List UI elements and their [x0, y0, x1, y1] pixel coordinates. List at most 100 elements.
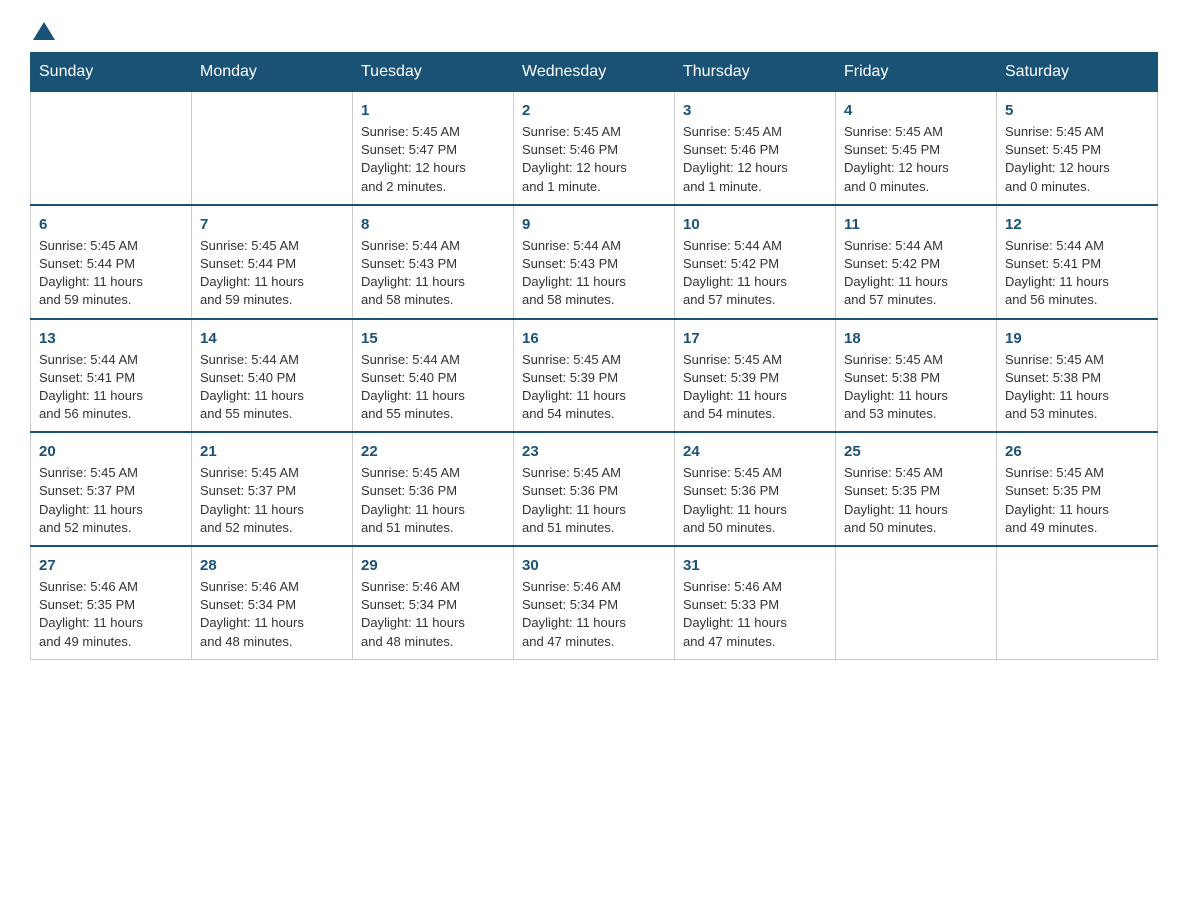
day-number: 15: [361, 328, 505, 349]
calendar-day-cell: 19Sunrise: 5:45 AM Sunset: 5:38 PM Dayli…: [997, 319, 1158, 433]
calendar-week-row: 13Sunrise: 5:44 AM Sunset: 5:41 PM Dayli…: [31, 319, 1158, 433]
calendar-day-cell: [836, 546, 997, 659]
calendar-day-cell: [192, 92, 353, 205]
calendar-day-cell: 17Sunrise: 5:45 AM Sunset: 5:39 PM Dayli…: [675, 319, 836, 433]
day-number: 10: [683, 214, 827, 235]
day-info: Sunrise: 5:44 AM Sunset: 5:41 PM Dayligh…: [1005, 237, 1149, 310]
day-number: 18: [844, 328, 988, 349]
day-info: Sunrise: 5:44 AM Sunset: 5:42 PM Dayligh…: [683, 237, 827, 310]
day-info: Sunrise: 5:45 AM Sunset: 5:35 PM Dayligh…: [844, 464, 988, 537]
calendar-day-cell: 20Sunrise: 5:45 AM Sunset: 5:37 PM Dayli…: [31, 432, 192, 546]
day-info: Sunrise: 5:45 AM Sunset: 5:45 PM Dayligh…: [1005, 123, 1149, 196]
day-number: 4: [844, 100, 988, 121]
day-info: Sunrise: 5:45 AM Sunset: 5:38 PM Dayligh…: [1005, 351, 1149, 424]
calendar-day-cell: 6Sunrise: 5:45 AM Sunset: 5:44 PM Daylig…: [31, 205, 192, 319]
calendar-day-cell: 13Sunrise: 5:44 AM Sunset: 5:41 PM Dayli…: [31, 319, 192, 433]
day-number: 17: [683, 328, 827, 349]
day-info: Sunrise: 5:44 AM Sunset: 5:43 PM Dayligh…: [361, 237, 505, 310]
day-number: 16: [522, 328, 666, 349]
calendar-day-cell: 9Sunrise: 5:44 AM Sunset: 5:43 PM Daylig…: [514, 205, 675, 319]
calendar-week-row: 27Sunrise: 5:46 AM Sunset: 5:35 PM Dayli…: [31, 546, 1158, 659]
calendar-day-cell: 24Sunrise: 5:45 AM Sunset: 5:36 PM Dayli…: [675, 432, 836, 546]
day-number: 8: [361, 214, 505, 235]
day-number: 2: [522, 100, 666, 121]
day-info: Sunrise: 5:45 AM Sunset: 5:36 PM Dayligh…: [361, 464, 505, 537]
day-number: 25: [844, 441, 988, 462]
calendar-day-cell: 22Sunrise: 5:45 AM Sunset: 5:36 PM Dayli…: [353, 432, 514, 546]
day-info: Sunrise: 5:45 AM Sunset: 5:39 PM Dayligh…: [683, 351, 827, 424]
calendar-day-cell: 29Sunrise: 5:46 AM Sunset: 5:34 PM Dayli…: [353, 546, 514, 659]
calendar-day-cell: 18Sunrise: 5:45 AM Sunset: 5:38 PM Dayli…: [836, 319, 997, 433]
day-info: Sunrise: 5:45 AM Sunset: 5:37 PM Dayligh…: [200, 464, 344, 537]
calendar-day-cell: 14Sunrise: 5:44 AM Sunset: 5:40 PM Dayli…: [192, 319, 353, 433]
day-info: Sunrise: 5:45 AM Sunset: 5:44 PM Dayligh…: [39, 237, 183, 310]
day-number: 11: [844, 214, 988, 235]
day-info: Sunrise: 5:45 AM Sunset: 5:36 PM Dayligh…: [522, 464, 666, 537]
calendar-day-cell: [997, 546, 1158, 659]
logo: [30, 20, 55, 42]
day-info: Sunrise: 5:46 AM Sunset: 5:33 PM Dayligh…: [683, 578, 827, 651]
day-info: Sunrise: 5:44 AM Sunset: 5:43 PM Dayligh…: [522, 237, 666, 310]
calendar-table: Sunday Monday Tuesday Wednesday Thursday…: [30, 52, 1158, 660]
day-info: Sunrise: 5:45 AM Sunset: 5:45 PM Dayligh…: [844, 123, 988, 196]
day-info: Sunrise: 5:44 AM Sunset: 5:41 PM Dayligh…: [39, 351, 183, 424]
day-number: 3: [683, 100, 827, 121]
calendar-day-cell: 23Sunrise: 5:45 AM Sunset: 5:36 PM Dayli…: [514, 432, 675, 546]
header-friday: Friday: [836, 53, 997, 92]
day-info: Sunrise: 5:44 AM Sunset: 5:40 PM Dayligh…: [361, 351, 505, 424]
calendar-day-cell: 10Sunrise: 5:44 AM Sunset: 5:42 PM Dayli…: [675, 205, 836, 319]
header-wednesday: Wednesday: [514, 53, 675, 92]
calendar-day-cell: [31, 92, 192, 205]
day-number: 9: [522, 214, 666, 235]
header-tuesday: Tuesday: [353, 53, 514, 92]
day-number: 12: [1005, 214, 1149, 235]
day-number: 24: [683, 441, 827, 462]
day-info: Sunrise: 5:46 AM Sunset: 5:35 PM Dayligh…: [39, 578, 183, 651]
header-saturday: Saturday: [997, 53, 1158, 92]
calendar-week-row: 20Sunrise: 5:45 AM Sunset: 5:37 PM Dayli…: [31, 432, 1158, 546]
calendar-day-cell: 1Sunrise: 5:45 AM Sunset: 5:47 PM Daylig…: [353, 92, 514, 205]
day-number: 7: [200, 214, 344, 235]
calendar-day-cell: 28Sunrise: 5:46 AM Sunset: 5:34 PM Dayli…: [192, 546, 353, 659]
day-number: 13: [39, 328, 183, 349]
day-number: 19: [1005, 328, 1149, 349]
logo-triangle-icon: [33, 20, 55, 42]
day-info: Sunrise: 5:45 AM Sunset: 5:35 PM Dayligh…: [1005, 464, 1149, 537]
day-number: 23: [522, 441, 666, 462]
day-info: Sunrise: 5:44 AM Sunset: 5:40 PM Dayligh…: [200, 351, 344, 424]
calendar-day-cell: 8Sunrise: 5:44 AM Sunset: 5:43 PM Daylig…: [353, 205, 514, 319]
calendar-day-cell: 12Sunrise: 5:44 AM Sunset: 5:41 PM Dayli…: [997, 205, 1158, 319]
day-info: Sunrise: 5:45 AM Sunset: 5:44 PM Dayligh…: [200, 237, 344, 310]
header-thursday: Thursday: [675, 53, 836, 92]
day-info: Sunrise: 5:45 AM Sunset: 5:36 PM Dayligh…: [683, 464, 827, 537]
calendar-day-cell: 16Sunrise: 5:45 AM Sunset: 5:39 PM Dayli…: [514, 319, 675, 433]
calendar-day-cell: 30Sunrise: 5:46 AM Sunset: 5:34 PM Dayli…: [514, 546, 675, 659]
day-info: Sunrise: 5:46 AM Sunset: 5:34 PM Dayligh…: [200, 578, 344, 651]
calendar-day-cell: 11Sunrise: 5:44 AM Sunset: 5:42 PM Dayli…: [836, 205, 997, 319]
calendar-day-cell: 26Sunrise: 5:45 AM Sunset: 5:35 PM Dayli…: [997, 432, 1158, 546]
day-number: 22: [361, 441, 505, 462]
calendar-day-cell: 21Sunrise: 5:45 AM Sunset: 5:37 PM Dayli…: [192, 432, 353, 546]
calendar-day-cell: 27Sunrise: 5:46 AM Sunset: 5:35 PM Dayli…: [31, 546, 192, 659]
header-monday: Monday: [192, 53, 353, 92]
day-number: 20: [39, 441, 183, 462]
day-info: Sunrise: 5:45 AM Sunset: 5:46 PM Dayligh…: [522, 123, 666, 196]
day-info: Sunrise: 5:45 AM Sunset: 5:37 PM Dayligh…: [39, 464, 183, 537]
calendar-day-cell: 31Sunrise: 5:46 AM Sunset: 5:33 PM Dayli…: [675, 546, 836, 659]
day-number: 29: [361, 555, 505, 576]
day-number: 5: [1005, 100, 1149, 121]
day-info: Sunrise: 5:46 AM Sunset: 5:34 PM Dayligh…: [361, 578, 505, 651]
day-number: 21: [200, 441, 344, 462]
calendar-day-cell: 15Sunrise: 5:44 AM Sunset: 5:40 PM Dayli…: [353, 319, 514, 433]
calendar-day-cell: 7Sunrise: 5:45 AM Sunset: 5:44 PM Daylig…: [192, 205, 353, 319]
page-header: [30, 20, 1158, 42]
day-info: Sunrise: 5:45 AM Sunset: 5:39 PM Dayligh…: [522, 351, 666, 424]
calendar-day-cell: 5Sunrise: 5:45 AM Sunset: 5:45 PM Daylig…: [997, 92, 1158, 205]
calendar-week-row: 6Sunrise: 5:45 AM Sunset: 5:44 PM Daylig…: [31, 205, 1158, 319]
day-number: 28: [200, 555, 344, 576]
calendar-day-cell: 3Sunrise: 5:45 AM Sunset: 5:46 PM Daylig…: [675, 92, 836, 205]
day-info: Sunrise: 5:46 AM Sunset: 5:34 PM Dayligh…: [522, 578, 666, 651]
day-number: 26: [1005, 441, 1149, 462]
day-info: Sunrise: 5:45 AM Sunset: 5:47 PM Dayligh…: [361, 123, 505, 196]
calendar-week-row: 1Sunrise: 5:45 AM Sunset: 5:47 PM Daylig…: [31, 92, 1158, 205]
